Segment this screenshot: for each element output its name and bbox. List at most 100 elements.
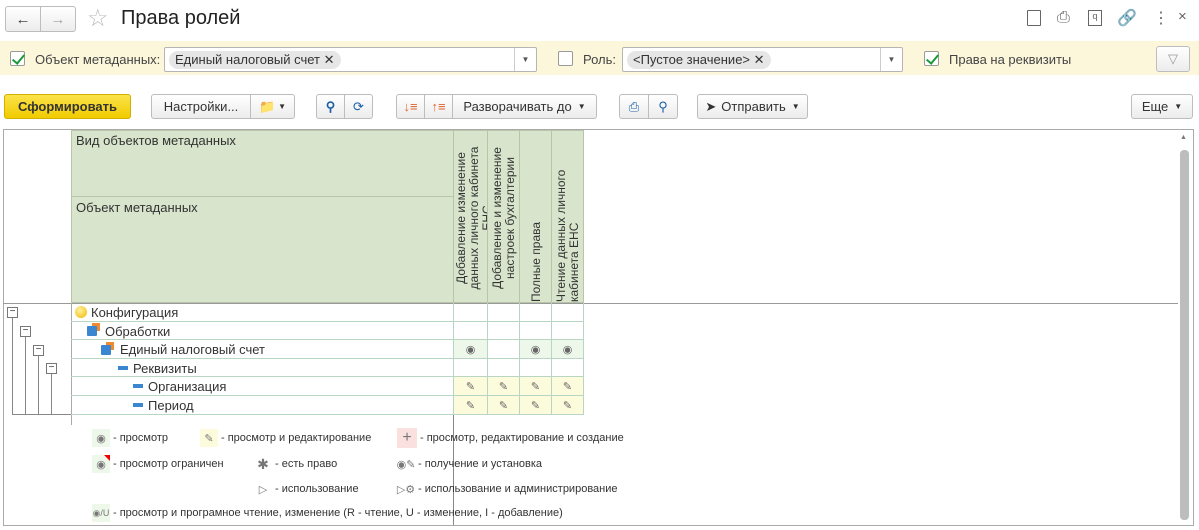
more-button[interactable]: Еще ▼ — [1131, 94, 1193, 119]
dropdown-button[interactable]: ▼ — [880, 48, 902, 71]
save-icon[interactable] — [1027, 10, 1041, 26]
column-header[interactable]: Полные права — [519, 130, 552, 303]
edit-icon: ✎ — [519, 396, 551, 414]
search-next-icon: ⟳ — [353, 98, 364, 114]
edit-icon: ✎ — [487, 396, 519, 414]
collapse-toggle[interactable]: − — [46, 363, 57, 374]
collapse-toggle[interactable]: − — [33, 345, 44, 356]
more-vert-icon[interactable]: ⋮ — [1153, 8, 1169, 28]
table-row[interactable]: Организация ✎ ✎ ✎ ✎ — [71, 377, 584, 396]
arrow-left-icon: ← — [15, 10, 31, 28]
collapse-toggle[interactable]: − — [20, 326, 31, 337]
back-button[interactable]: ← — [5, 6, 41, 32]
search-icon: ⚲ — [325, 98, 336, 114]
legend-get-set: ◉✎ - получение и установка — [397, 455, 542, 473]
data-processor-icon — [87, 326, 97, 336]
metadata-object-field[interactable]: Единый налоговый счет ✕ ▼ — [164, 47, 537, 72]
column-header[interactable]: Добавление изменение данных личного каби… — [453, 130, 488, 303]
metadata-object-label: Объект метаданных: — [35, 52, 161, 67]
generate-button[interactable]: Сформировать — [4, 94, 131, 119]
table-row[interactable]: Обработки — [71, 322, 584, 340]
star-icon: ✱ — [257, 455, 269, 472]
scrollbar[interactable] — [1180, 150, 1189, 520]
search-button[interactable]: ⚲ — [316, 94, 345, 119]
collapse-all-button[interactable]: ↑≡ — [424, 94, 453, 119]
role-label: Роль: — [583, 52, 617, 67]
view-icon: ◉ — [551, 340, 584, 358]
filter-icon: ▽ — [1168, 51, 1178, 66]
filter-button[interactable]: ▽ — [1156, 46, 1190, 72]
use-admin-icon: ▷⚙ — [396, 483, 416, 496]
forward-button[interactable]: → — [40, 6, 76, 32]
page-title: Права ролей — [121, 7, 241, 29]
attribute-rights-label: Права на реквизиты — [949, 52, 1072, 67]
variant-button[interactable]: 📁 ▼ — [250, 94, 295, 119]
favorite-star-icon[interactable]: ☆ — [87, 4, 109, 33]
legend-edit: ✎ - просмотр и редактирование — [200, 429, 371, 447]
collapse-toggle[interactable]: − — [7, 307, 18, 318]
eye-limited-icon: ◉ — [92, 455, 110, 473]
role-field[interactable]: <Пустое значение> ✕ ▼ — [622, 47, 903, 72]
edit-icon: ✎ — [487, 377, 519, 395]
attribute-icon — [133, 384, 143, 388]
data-processor-icon — [101, 345, 111, 355]
legend-has-right: ✱ - есть право — [254, 455, 337, 473]
table-row[interactable]: Конфигурация — [71, 303, 584, 322]
metadata-object-checkbox[interactable] — [10, 51, 25, 66]
print-icon: ⎙ — [628, 98, 640, 114]
arrow-right-icon: → — [50, 10, 66, 28]
expand-to-button[interactable]: Разворачивать до ▼ — [452, 94, 597, 119]
sort-collapse-icon: ↑≡ — [431, 99, 446, 114]
preview-icon: ⚲ — [658, 98, 668, 114]
print-button[interactable]: ⎙ — [619, 94, 649, 119]
column-header[interactable]: Добавление и изменение настроек бухгалте… — [487, 130, 520, 303]
clear-icon[interactable]: ✕ — [754, 52, 765, 67]
legend-view-prog: ◉/U - просмотр и програмное чтение, измен… — [92, 504, 563, 522]
table-row[interactable]: Период ✎ ✎ ✎ ✎ — [71, 396, 584, 415]
search-next-button[interactable]: ⟳ — [344, 94, 373, 119]
print-preview-button[interactable]: ⚲ — [648, 94, 678, 119]
report-variant-icon: 📁 — [258, 98, 276, 114]
get-set-icon: ◉✎ — [396, 458, 416, 471]
role-checkbox[interactable] — [558, 51, 573, 66]
plus-icon: + — [397, 428, 417, 448]
configuration-icon — [75, 306, 87, 318]
print-icon[interactable]: ⎙ — [1057, 9, 1070, 27]
edit-icon: ✎ — [453, 396, 487, 414]
send-button[interactable]: ➤ Отправить ▼ — [697, 94, 808, 119]
pencil-icon: ✎ — [200, 429, 218, 447]
legend-use: ▷ - использование — [254, 480, 359, 498]
legend-view-limited: ◉ - просмотр ограничен — [92, 455, 224, 473]
edit-icon: ✎ — [519, 377, 551, 395]
column-header[interactable]: Чтение данных личного кабинета ЕНС — [551, 130, 584, 303]
link-icon[interactable]: 🔗 — [1117, 8, 1137, 28]
close-icon[interactable]: × — [1178, 8, 1187, 25]
scroll-up-icon[interactable]: ▲ — [1180, 134, 1187, 141]
settings-button[interactable]: Настройки... — [151, 94, 251, 119]
view-icon: ◉ — [519, 340, 551, 358]
view-prog-icon: ◉/U — [92, 504, 110, 522]
preview-icon[interactable]: q — [1088, 10, 1102, 26]
edit-icon: ✎ — [453, 377, 487, 395]
legend-create: + - просмотр, редактирование и создание — [397, 428, 624, 448]
sort-expand-icon: ↓≡ — [403, 99, 418, 114]
attribute-icon — [133, 403, 143, 407]
eye-icon: ◉ — [92, 429, 110, 447]
header-object: Объект метаданных — [71, 196, 454, 303]
metadata-object-value: Единый налоговый счет — [175, 52, 320, 67]
send-icon: ➤ — [705, 98, 717, 114]
attribute-icon — [118, 366, 128, 370]
legend-use-admin: ▷⚙ - использование и администрирование — [397, 480, 618, 498]
role-value: <Пустое значение> — [633, 52, 751, 67]
header-kind: Вид объектов метаданных — [71, 130, 454, 197]
clear-icon[interactable]: ✕ — [324, 52, 335, 67]
edit-icon: ✎ — [551, 377, 584, 395]
table-row[interactable]: Единый налоговый счет ◉ ◉ ◉ — [71, 340, 584, 359]
dropdown-button[interactable]: ▼ — [514, 48, 536, 71]
expand-all-button[interactable]: ↓≡ — [396, 94, 425, 119]
legend-view: ◉ - просмотр — [92, 429, 168, 447]
attribute-rights-checkbox[interactable] — [924, 51, 939, 66]
edit-icon: ✎ — [551, 396, 584, 414]
view-icon: ◉ — [453, 340, 487, 358]
table-row[interactable]: Реквизиты — [71, 359, 584, 377]
